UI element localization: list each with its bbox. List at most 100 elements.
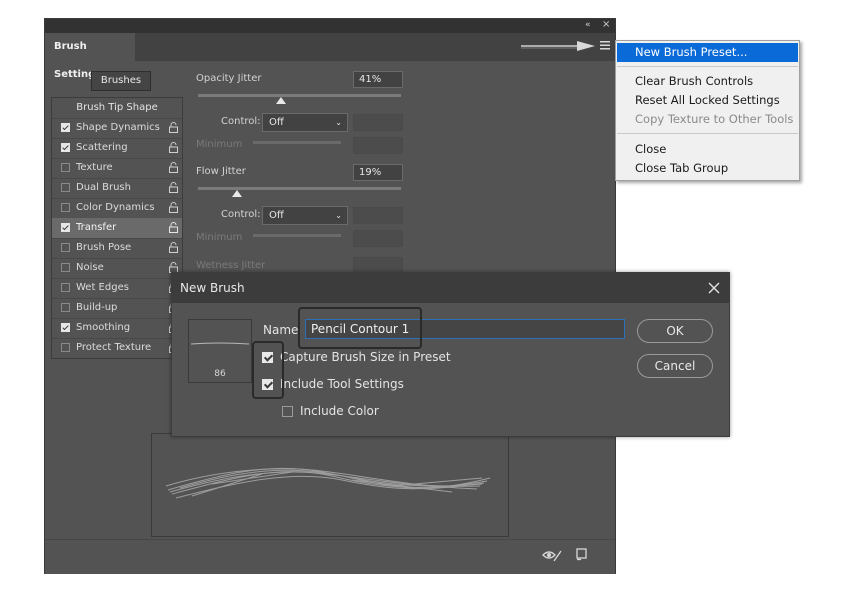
include-color-checkbox[interactable] [282,406,293,417]
opacity-jitter-field[interactable]: 41% [353,71,403,88]
list-item-label: Color Dynamics [76,202,155,213]
checkbox[interactable] [61,223,70,232]
include-color-label: Include Color [300,404,379,418]
name-label: Name [263,323,299,337]
minimum-slider-track[interactable] [253,141,341,144]
hamburger-menu-icon[interactable] [600,41,610,50]
name-callout-highlight [298,307,422,349]
list-item-texture[interactable]: Texture [52,158,182,179]
minimum-value-field[interactable] [353,137,403,154]
menu-separator [617,133,798,134]
pencil-stroke-image [165,467,491,499]
wetness-jitter-label: Wetness Jitter [196,260,266,271]
minimum-slider-track[interactable] [253,234,341,237]
flow-jitter-slider-thumb[interactable] [231,190,242,197]
panel-title-bar: « × [45,19,615,33]
list-item-label: Brush Tip Shape [76,102,158,113]
list-item-label: Brush Pose [76,242,132,253]
checkbox[interactable] [61,183,70,192]
checkbox[interactable] [61,303,70,312]
checkbox[interactable] [61,123,70,132]
ok-button[interactable]: OK [637,319,713,343]
list-item-label: Wet Edges [76,282,129,293]
chevron-down-icon: ⌄ [335,118,342,127]
lock-icon[interactable] [169,162,178,173]
opacity-jitter-label: Opacity Jitter [196,73,262,84]
control-select[interactable]: Off ⌄ [262,113,348,132]
control-value-field[interactable] [353,114,403,131]
list-item-dual-brush[interactable]: Dual Brush [52,178,182,199]
menu-separator [617,66,798,67]
checkbox[interactable] [61,143,70,152]
cancel-button[interactable]: Cancel [637,354,713,378]
checkbox[interactable] [61,283,70,292]
list-item-label: Scattering [76,142,128,153]
list-item-label: Noise [76,262,104,273]
control-label: Control: [221,116,261,127]
checkbox[interactable] [61,163,70,172]
brushes-button[interactable]: Brushes [91,71,151,91]
panel-close-icon[interactable]: × [602,19,610,30]
list-item-brush-pose[interactable]: Brush Pose [52,238,182,259]
opacity-jitter-slider-track[interactable] [198,94,401,97]
new-preset-icon[interactable] [576,548,588,561]
brush-options-list: Brush Tip Shape Shape Dynamics Scatterin… [51,97,183,359]
checkbox[interactable] [61,323,70,332]
lock-icon[interactable] [169,242,178,253]
lock-icon[interactable] [169,122,178,133]
list-item-build-up[interactable]: Build-up [52,298,182,319]
close-icon[interactable] [708,282,720,294]
list-item-color-dynamics[interactable]: Color Dynamics [52,198,182,219]
list-item-label: Texture [76,162,113,173]
menu-item-reset-locked-settings[interactable]: Reset All Locked Settings [617,91,798,110]
lock-icon[interactable] [169,202,178,213]
new-brush-dialog: New Brush 86 Name Pencil Contour 1 Captu… [171,272,730,437]
chevron-down-icon: ⌄ [335,211,342,220]
pointer-arrow-icon [521,41,595,51]
flow-jitter-slider-track[interactable] [198,187,401,190]
minimum-label: Minimum [196,139,243,150]
list-item-noise[interactable]: Noise [52,258,182,279]
panel-flyout-menu: New Brush Preset... Clear Brush Controls… [615,40,800,181]
brush-size-label: 86 [214,369,226,379]
menu-item-close-tab-group[interactable]: Close Tab Group [617,159,798,178]
list-item-label: Dual Brush [76,182,131,193]
list-item-protect-texture[interactable]: Protect Texture [52,338,182,358]
menu-item-new-brush-preset[interactable]: New Brush Preset... [617,43,798,62]
flow-jitter-field[interactable]: 19% [353,164,403,181]
lock-icon[interactable] [169,182,178,193]
menu-item-copy-texture: Copy Texture to Other Tools [635,112,794,126]
list-item-label: Protect Texture [76,342,152,353]
lock-icon[interactable] [169,142,178,153]
control-select-value: Off [269,210,284,221]
list-item-wet-edges[interactable]: Wet Edges [52,278,182,299]
control-select-value: Off [269,117,284,128]
checkbox[interactable] [61,263,70,272]
list-item-smoothing[interactable]: Smoothing [52,318,182,339]
list-item-brush-tip-shape[interactable]: Brush Tip Shape [52,98,182,119]
list-item-shape-dynamics[interactable]: Shape Dynamics [52,118,182,139]
checkbox[interactable] [61,343,70,352]
flow-jitter-label: Flow Jitter [196,166,246,177]
include-tool-label: Include Tool Settings [280,377,404,391]
list-item-label: Transfer [76,222,117,233]
control-select[interactable]: Off ⌄ [262,206,348,225]
menu-item-clear-brush-controls[interactable]: Clear Brush Controls [617,72,798,91]
minimum-label: Minimum [196,232,243,243]
checkbox-callout-highlight [252,341,284,399]
control-label: Control: [221,209,261,220]
eye-icon[interactable] [542,549,562,562]
opacity-jitter-slider-thumb[interactable] [276,97,287,104]
list-item-label: Build-up [76,302,118,313]
list-item-transfer[interactable]: Transfer [52,218,182,239]
lock-icon[interactable] [169,222,178,233]
list-item-scattering[interactable]: Scattering [52,138,182,159]
tab-brush-settings[interactable]: Brush Settings [45,33,135,80]
collapse-arrows-icon[interactable]: « [585,20,591,30]
capture-size-label: Capture Brush Size in Preset [280,350,451,364]
control-value-field[interactable] [353,207,403,224]
menu-item-close[interactable]: Close [617,140,798,159]
checkbox[interactable] [61,243,70,252]
checkbox[interactable] [61,203,70,212]
minimum-value-field[interactable] [353,230,403,247]
